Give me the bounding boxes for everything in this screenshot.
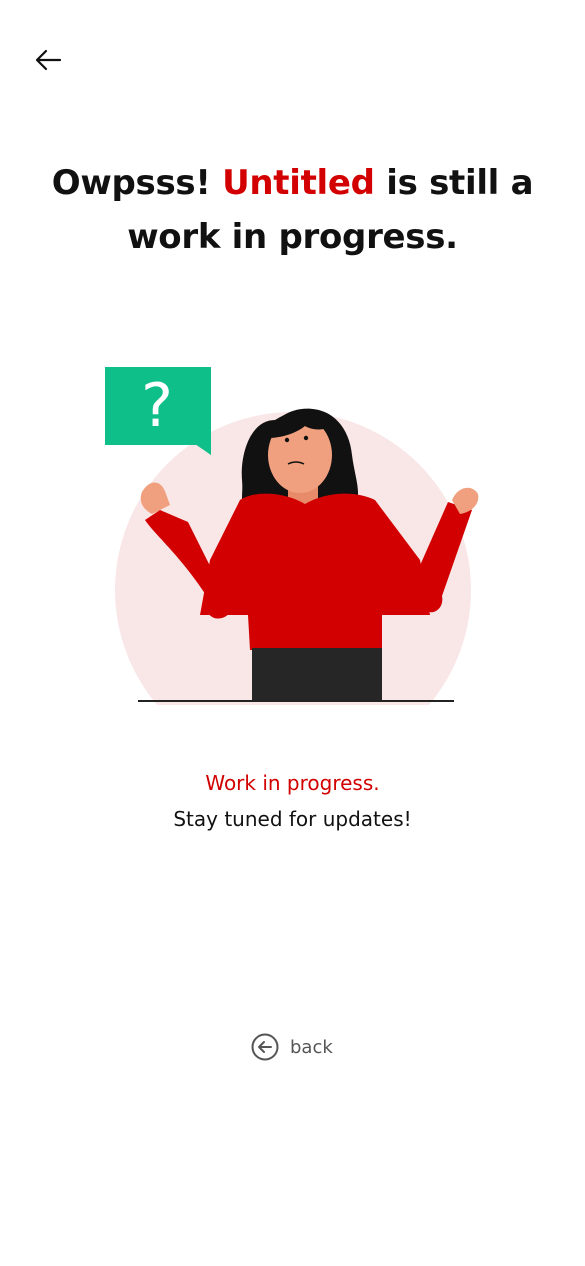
question-mark: ? bbox=[141, 371, 173, 441]
circle-arrow-left-icon bbox=[251, 1033, 279, 1061]
app-name: Untitled bbox=[222, 163, 375, 203]
arrow-left-icon bbox=[35, 49, 62, 71]
page-title: Owpsss! Untitled is still a work in prog… bbox=[30, 156, 555, 264]
status-title: Work in progress. bbox=[205, 771, 380, 795]
pants bbox=[252, 648, 382, 700]
confused-person-illustration: ? bbox=[105, 367, 479, 705]
back-button[interactable] bbox=[30, 44, 66, 76]
status-subtitle: Stay tuned for updates! bbox=[173, 807, 412, 831]
back-link-label: back bbox=[290, 1036, 333, 1058]
back-link[interactable]: back bbox=[250, 1032, 333, 1062]
title-prefix: Owpsss! bbox=[51, 163, 223, 203]
